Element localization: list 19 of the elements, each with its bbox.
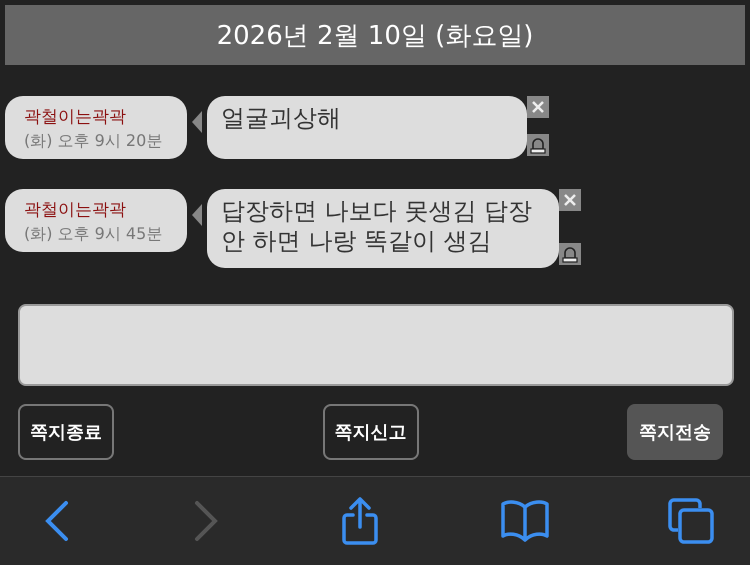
date-header: 2026년 2월 10일 (화요일) — [5, 5, 745, 65]
bell-icon[interactable] — [527, 134, 549, 156]
message-time: (화) 오후 9시 45분 — [24, 224, 164, 245]
action-button[interactable]: 쪽지신고 — [322, 404, 418, 460]
book-icon — [500, 499, 550, 543]
bell-icon[interactable] — [559, 243, 581, 265]
bookmarks-button[interactable] — [500, 499, 550, 543]
close-icon[interactable] — [559, 189, 581, 211]
action-button[interactable]: 쪽지종료 — [18, 404, 114, 460]
message-text: 얼굴괴상해 — [207, 96, 527, 159]
tabs-button[interactable] — [668, 498, 714, 544]
send-button[interactable]: 쪽지전송 — [627, 404, 723, 460]
sender-name: 곽철이는곽곽 — [24, 106, 127, 128]
message-input[interactable] — [18, 304, 734, 386]
tabs-icon — [668, 498, 714, 544]
sender-name: 곽철이는곽곽 — [24, 199, 127, 221]
message-time: (화) 오후 9시 20분 — [24, 131, 164, 152]
message-text: 답장하면 나보다 못생김 답장 안 하면 나랑 똑같이 생김 — [207, 189, 559, 268]
close-icon[interactable] — [527, 96, 549, 118]
